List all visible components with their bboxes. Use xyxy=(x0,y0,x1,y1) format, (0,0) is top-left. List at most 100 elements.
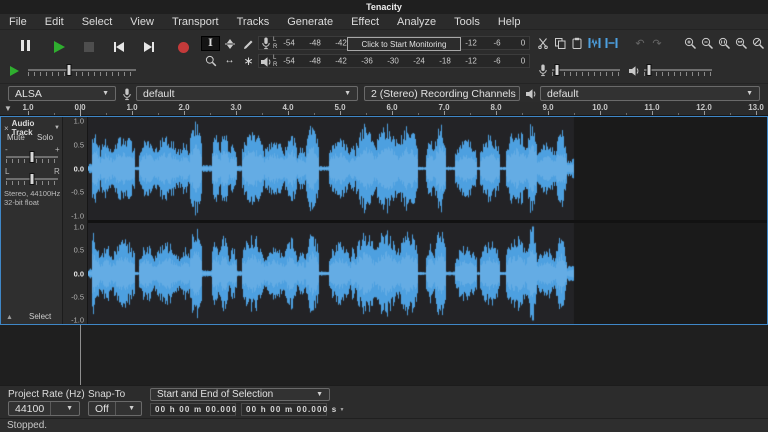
solo-button[interactable]: Solo xyxy=(37,133,53,142)
fit-project-icon xyxy=(735,37,748,50)
skip-to-end-icon xyxy=(144,42,154,52)
zoom-out-button[interactable] xyxy=(700,36,714,50)
timeline-options-button[interactable]: ▼ xyxy=(4,104,12,113)
track-control-panel[interactable]: × Audio Track ▼ Mute Solo - + L R Stereo… xyxy=(1,117,63,324)
fit-project-button[interactable] xyxy=(734,36,748,50)
menu-item-generate[interactable]: Generate xyxy=(278,14,342,30)
skip-to-start-button[interactable] xyxy=(104,36,134,58)
pan-slider[interactable] xyxy=(6,173,58,186)
amplitude-ruler-column: 1.00.50.0-0.5-1.0 1.00.50.0-0.5-1.0 xyxy=(63,117,88,324)
playback-device-dropdown[interactable]: default ▼ xyxy=(540,86,760,101)
timeline-ruler[interactable]: ▼ 1.00.01.02.03.04.05.06.07.08.09.010.01… xyxy=(0,102,768,116)
timeline-tick-minor xyxy=(314,113,315,115)
copy-button[interactable] xyxy=(553,36,567,50)
recording-volume-slider[interactable] xyxy=(552,64,620,77)
selection-tool-icon: I xyxy=(208,38,213,49)
envelope-tool-button[interactable] xyxy=(221,37,238,50)
record-meter[interactable]: LR -54-48-42-36-30-24-18-12-60 Click to … xyxy=(258,36,530,50)
silence-audio-button[interactable] xyxy=(604,36,618,50)
menu-item-transport[interactable]: Transport xyxy=(163,14,228,30)
mute-button[interactable]: Mute xyxy=(7,133,25,142)
dropdown-arrow-icon: ▼ xyxy=(60,405,73,412)
track-area-background[interactable] xyxy=(0,325,768,385)
selection-mode-dropdown[interactable]: Start and End of Selection ▼ xyxy=(150,388,330,401)
pause-button[interactable] xyxy=(10,36,40,58)
copy-icon xyxy=(554,37,566,49)
draw-tool-button[interactable] xyxy=(240,37,257,50)
speaker-icon xyxy=(260,56,272,68)
play-button[interactable] xyxy=(44,36,74,58)
playback-meter[interactable]: LR -54-48-42-36-30-24-18-12-60 xyxy=(258,54,530,68)
record-button[interactable] xyxy=(168,36,198,58)
slider-handle[interactable] xyxy=(30,173,35,185)
recording-device-dropdown[interactable]: default ▼ xyxy=(136,86,358,101)
playback-volume-slider[interactable] xyxy=(644,64,712,77)
menu-item-edit[interactable]: Edit xyxy=(36,14,73,30)
menu-item-tools[interactable]: Tools xyxy=(445,14,489,30)
snap-to-dropdown[interactable]: Off ▼ xyxy=(88,401,142,416)
timeline-tick-minor xyxy=(418,113,419,115)
audio-host-dropdown[interactable]: ALSA ▼ xyxy=(8,86,116,101)
menu-item-tracks[interactable]: Tracks xyxy=(228,14,279,30)
skip-to-end-button[interactable] xyxy=(134,36,164,58)
menu-item-help[interactable]: Help xyxy=(489,14,530,30)
slider-handle[interactable] xyxy=(67,64,72,76)
project-rate-dropdown[interactable]: 44100 ▼ xyxy=(8,401,80,416)
time-shift-tool-icon: ↔ xyxy=(225,55,235,66)
timeline-tick xyxy=(184,111,185,115)
cut-button[interactable] xyxy=(536,36,550,50)
collapse-track-icon[interactable]: ▲ xyxy=(6,314,13,321)
record-icon xyxy=(178,42,189,53)
waveform-area[interactable] xyxy=(88,117,767,324)
meter-scale-number: -48 xyxy=(309,39,321,48)
slider-handle[interactable] xyxy=(646,64,651,76)
track-menu-arrow-icon[interactable]: ▼ xyxy=(54,125,60,131)
fit-selection-button[interactable] xyxy=(717,36,731,50)
zoom-tool-icon xyxy=(205,55,217,67)
recording-channels-dropdown[interactable]: 2 (Stereo) Recording Channels ▼ xyxy=(364,86,520,101)
menu-item-file[interactable]: File xyxy=(0,14,36,30)
zoom-tool-button[interactable] xyxy=(202,54,219,67)
menu-item-view[interactable]: View xyxy=(121,14,163,30)
playhead-marker xyxy=(80,104,81,116)
recording-channels-value: 2 (Stereo) Recording Channels xyxy=(371,88,516,100)
meter-scale-number: -48 xyxy=(309,57,321,66)
slider-handle[interactable] xyxy=(30,151,35,163)
slider-handle[interactable] xyxy=(554,64,559,76)
meter-scale-number: -12 xyxy=(465,39,477,48)
monitoring-tooltip[interactable]: Click to Start Monitoring xyxy=(347,37,461,51)
meter-scale-number: -54 xyxy=(283,39,295,48)
meter-scale-number: -18 xyxy=(439,57,451,66)
stop-button[interactable] xyxy=(74,36,104,58)
timeline-tick xyxy=(600,111,601,115)
gain-slider[interactable] xyxy=(6,151,58,164)
amplitude-ruler: 1.00.50.0-0.5-1.0 xyxy=(63,117,87,220)
select-track-button[interactable]: Select xyxy=(29,312,51,321)
time-shift-tool-button[interactable]: ↔ xyxy=(221,54,238,67)
trim-audio-button[interactable] xyxy=(587,36,601,50)
menu-item-select[interactable]: Select xyxy=(73,14,122,30)
close-track-icon[interactable]: × xyxy=(4,124,9,133)
redo-button[interactable]: ↷ xyxy=(650,36,664,50)
waveform-channel-right[interactable] xyxy=(88,223,765,324)
menu-item-effect[interactable]: Effect xyxy=(342,14,388,30)
audio-track[interactable]: × Audio Track ▼ Mute Solo - + L R Stereo… xyxy=(0,116,768,325)
playback-speed-slider[interactable] xyxy=(28,64,136,77)
selection-end-field[interactable]: 00 h 00 m 00.000 s ▼ xyxy=(241,403,327,416)
waveform-channel-left[interactable] xyxy=(88,117,765,220)
undo-button[interactable]: ↶ xyxy=(633,36,647,50)
selection-start-field[interactable]: 00 h 00 m 00.000 s ▼ xyxy=(150,403,236,416)
paste-button[interactable] xyxy=(570,36,584,50)
stop-icon xyxy=(84,42,94,52)
amplitude-label: 1.0 xyxy=(74,223,84,232)
dropdown-arrow-icon: ▼ xyxy=(310,391,323,398)
zoom-in-button[interactable] xyxy=(683,36,697,50)
zoom-toggle-button[interactable] xyxy=(751,36,765,50)
playback-volume-icon xyxy=(628,65,640,77)
play-at-speed-button[interactable] xyxy=(10,66,22,78)
menu-item-analyze[interactable]: Analyze xyxy=(388,14,445,30)
multi-tool-button[interactable]: ∗ xyxy=(240,54,257,67)
selection-tool-button[interactable]: I xyxy=(202,37,219,50)
redo-icon: ↷ xyxy=(652,37,661,50)
fit-selection-icon xyxy=(718,37,731,50)
